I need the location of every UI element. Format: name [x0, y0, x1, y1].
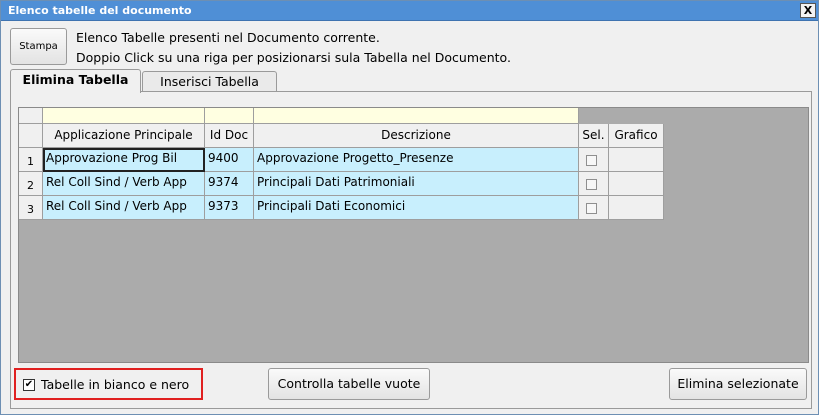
table-cell-grafico[interactable]	[609, 196, 664, 220]
tab-elimina-tabella[interactable]: Elimina Tabella	[10, 69, 141, 93]
header-descrizione[interactable]: Descrizione	[254, 124, 579, 148]
row-select-checkbox[interactable]	[586, 155, 597, 166]
window-title: Elenco tabelle del documento	[8, 4, 192, 17]
info-line-2: Doppio Click su una riga per posizionars…	[76, 50, 511, 65]
header-applicazione[interactable]: Applicazione Principale	[43, 124, 205, 148]
row-select-checkbox[interactable]	[586, 203, 597, 214]
row-number: 1	[19, 148, 43, 172]
filter-cell-app[interactable]	[43, 108, 205, 124]
filter-cell-id[interactable]	[205, 108, 254, 124]
table-cell-id[interactable]: 9373	[205, 196, 254, 220]
row-select-checkbox[interactable]	[586, 179, 597, 190]
table-cell-app[interactable]: Approvazione Prog Bil	[43, 148, 205, 172]
header-sel[interactable]: Sel.	[579, 124, 609, 148]
title-bar: Elenco tabelle del documento X	[1, 1, 818, 21]
header-id-doc[interactable]: Id Doc	[205, 124, 254, 148]
table-cell-grafico[interactable]	[609, 172, 664, 196]
filter-cell-desc[interactable]	[254, 108, 579, 124]
info-line-1: Elenco Tabelle presenti nel Documento co…	[76, 30, 380, 45]
grid-corner-top	[19, 108, 43, 124]
dialog-window: Elenco tabelle del documento X Stampa El…	[0, 0, 819, 415]
bw-checkbox-label[interactable]: Tabelle in bianco e nero	[41, 377, 189, 392]
table-cell-sel	[579, 196, 609, 220]
table-cell-app[interactable]: Rel Coll Sind / Verb App	[43, 196, 205, 220]
grid-corner	[19, 124, 43, 148]
table-cell-desc[interactable]: Principali Dati Patrimoniali	[254, 172, 579, 196]
tables-grid[interactable]: Applicazione Principale Id Doc Descrizio…	[18, 107, 809, 363]
table-cell-sel	[579, 148, 609, 172]
stampa-button[interactable]: Stampa	[10, 28, 67, 65]
table-cell-desc[interactable]: Principali Dati Economici	[254, 196, 579, 220]
table-cell-id[interactable]: 9374	[205, 172, 254, 196]
table-cell-app[interactable]: Rel Coll Sind / Verb App	[43, 172, 205, 196]
table-cell-grafico[interactable]	[609, 148, 664, 172]
row-number: 2	[19, 172, 43, 196]
controlla-tabelle-vuote-button[interactable]: Controlla tabelle vuote	[268, 368, 430, 400]
table-cell-desc[interactable]: Approvazione Progetto_Presenze	[254, 148, 579, 172]
table-cell-sel	[579, 172, 609, 196]
close-button[interactable]: X	[800, 3, 816, 18]
bw-checkbox[interactable]: ✔	[23, 379, 35, 391]
table-cell-id[interactable]: 9400	[205, 148, 254, 172]
bw-checkbox-group[interactable]: ✔ Tabelle in bianco e nero	[14, 368, 203, 400]
elimina-selezionate-button[interactable]: Elimina selezionate	[669, 368, 807, 400]
header-grafico[interactable]: Grafico	[609, 124, 664, 148]
tab-panel: Applicazione Principale Id Doc Descrizio…	[10, 91, 812, 409]
row-number: 3	[19, 196, 43, 220]
tab-inserisci-tabella[interactable]: Inserisci Tabella	[142, 71, 277, 91]
